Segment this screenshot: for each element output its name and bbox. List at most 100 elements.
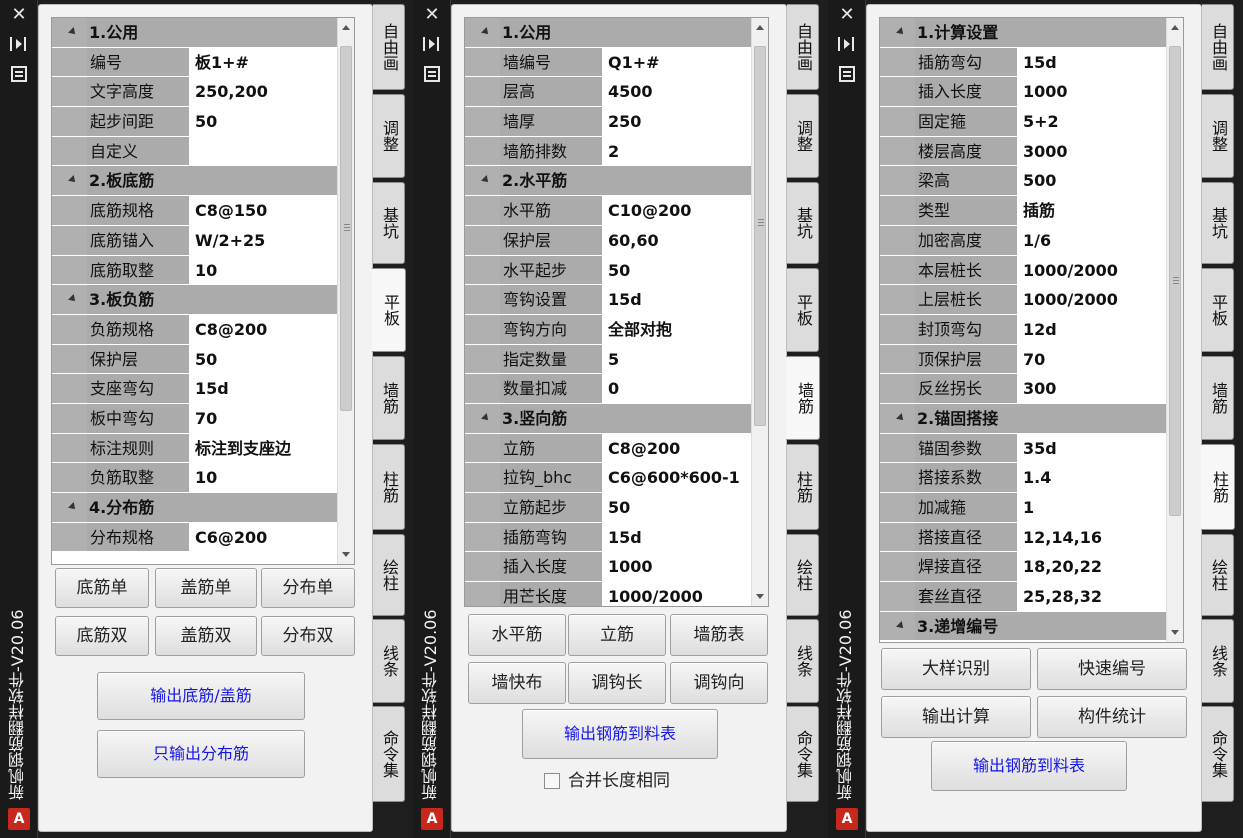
output-to-list-button[interactable]: 输出钢筋到料表 xyxy=(931,741,1127,791)
property-row[interactable]: 搭接直径 12,14,16 xyxy=(880,522,1166,553)
command-button[interactable]: 调钩向 xyxy=(670,662,768,704)
property-value[interactable]: 12d xyxy=(1019,314,1166,344)
property-row[interactable]: 搭接系数 1.4 xyxy=(880,463,1166,493)
tab-3[interactable]: 基坑 xyxy=(1202,182,1234,264)
category-row[interactable]: 2.板底筋 xyxy=(52,166,337,197)
scroll-up-icon[interactable] xyxy=(1171,25,1179,30)
property-row[interactable]: 类型 插筋 xyxy=(880,196,1166,226)
property-row[interactable]: 用芒长度 1000/2000 xyxy=(465,582,751,606)
property-row[interactable]: 焊接直径 18,20,22 xyxy=(880,552,1166,583)
property-row[interactable]: 插入长度 1000 xyxy=(465,552,751,583)
command-button[interactable]: 立筋 xyxy=(568,614,666,656)
property-value[interactable]: 18,20,22 xyxy=(1019,552,1166,582)
collapse-icon[interactable] xyxy=(52,493,87,522)
auto-hide-icon[interactable] xyxy=(10,36,28,51)
tab-4[interactable]: 平板 xyxy=(1202,268,1234,352)
category-row[interactable]: 3.板负筋 xyxy=(52,285,337,315)
command-button[interactable]: 输出计算 xyxy=(881,696,1031,738)
property-value[interactable]: C6@600*600-1 xyxy=(604,463,751,492)
auto-hide-icon[interactable] xyxy=(838,36,856,51)
property-value[interactable]: 250 xyxy=(604,107,751,136)
tab-2[interactable]: 调整 xyxy=(373,94,405,178)
property-value[interactable]: 60,60 xyxy=(604,225,751,255)
vertical-scrollbar[interactable] xyxy=(337,18,354,564)
property-row[interactable]: 拉钩_bhc C6@600*600-1 xyxy=(465,463,751,493)
scroll-thumb[interactable] xyxy=(1169,46,1181,516)
command-button[interactable]: 盖筋单 xyxy=(155,568,257,608)
property-row[interactable]: 标注规则 标注到支座边 xyxy=(52,433,337,464)
property-value[interactable]: 1/6 xyxy=(1019,225,1166,255)
command-button[interactable]: 构件统计 xyxy=(1037,696,1187,738)
property-row[interactable]: 加减箍 1 xyxy=(880,493,1166,523)
property-value[interactable]: C8@200 xyxy=(191,314,337,344)
tab-6[interactable]: 柱筋 xyxy=(787,444,819,530)
tab-7[interactable]: 绘柱 xyxy=(787,534,819,616)
auto-hide-icon[interactable] xyxy=(423,36,441,51)
command-button[interactable]: 分布双 xyxy=(261,616,355,656)
property-row[interactable]: 封顶弯勾 12d xyxy=(880,314,1166,345)
tab-5[interactable]: 墙筋 xyxy=(373,356,405,440)
property-row[interactable]: 保护层 60,60 xyxy=(465,225,751,256)
property-value[interactable]: 300 xyxy=(1019,374,1166,403)
property-value[interactable]: 4500 xyxy=(604,77,751,107)
property-row[interactable]: 层高 4500 xyxy=(465,77,751,108)
property-row[interactable]: 上层桩长 1000/2000 xyxy=(880,285,1166,315)
property-row[interactable]: 立筋起步 50 xyxy=(465,493,751,523)
property-row[interactable]: 插入长度 1000 xyxy=(880,77,1166,108)
tab-1[interactable]: 自由画 xyxy=(1202,4,1234,90)
property-row[interactable]: 插筋弯勾 15d xyxy=(880,47,1166,78)
tab-9[interactable]: 命令集 xyxy=(1202,706,1234,802)
properties-icon[interactable] xyxy=(11,66,27,82)
category-row[interactable]: 2.水平筋 xyxy=(465,166,751,197)
property-row[interactable]: 文字高度 250,200 xyxy=(52,77,337,108)
property-value[interactable]: C6@200 xyxy=(191,522,337,552)
category-row[interactable]: 1.公用 xyxy=(465,18,751,48)
property-value[interactable]: 5 xyxy=(604,344,751,374)
property-value[interactable]: 35d xyxy=(1019,433,1166,463)
property-value[interactable]: C8@200 xyxy=(604,433,751,463)
property-value[interactable]: 12,14,16 xyxy=(1019,522,1166,552)
property-row[interactable]: 底筋规格 C8@150 xyxy=(52,196,337,226)
command-button[interactable]: 底筋双 xyxy=(55,616,149,656)
tab-8[interactable]: 线条 xyxy=(1202,619,1234,703)
tab-9[interactable]: 命令集 xyxy=(787,706,819,802)
collapse-icon[interactable] xyxy=(880,611,915,641)
property-value[interactable]: 15d xyxy=(191,374,337,403)
property-grid[interactable]: 1.公用 墙编号 Q1+# 层高 4500 墙厚 250 墙筋排数 2 2.水平筋 水平筋 C10@2… xyxy=(464,17,769,607)
collapse-icon[interactable] xyxy=(880,403,915,433)
output-button[interactable]: 只输出分布筋 xyxy=(97,730,305,778)
property-row[interactable]: 墙厚 250 xyxy=(465,107,751,137)
collapse-icon[interactable] xyxy=(465,18,500,47)
scroll-down-icon[interactable] xyxy=(1171,630,1179,635)
vertical-scrollbar[interactable] xyxy=(1166,18,1183,642)
property-row[interactable]: 墙编号 Q1+# xyxy=(465,47,751,78)
tab-7[interactable]: 绘柱 xyxy=(1202,534,1234,616)
property-row[interactable]: 水平筋 C10@200 xyxy=(465,196,751,226)
property-value[interactable]: 15d xyxy=(604,522,751,552)
property-value[interactable]: 250,200 xyxy=(191,77,337,107)
property-value[interactable]: W/2+25 xyxy=(191,225,337,255)
property-value[interactable]: 500 xyxy=(1019,166,1166,196)
command-button[interactable]: 盖筋双 xyxy=(155,616,257,656)
property-value[interactable]: 0 xyxy=(604,374,751,403)
property-row[interactable]: 加密高度 1/6 xyxy=(880,225,1166,256)
property-value[interactable]: 1000/2000 xyxy=(604,582,751,606)
property-row[interactable]: 保护层 50 xyxy=(52,344,337,375)
property-row[interactable]: 支座弯勾 15d xyxy=(52,374,337,404)
command-button[interactable]: 墙快布 xyxy=(468,662,566,704)
tab-3[interactable]: 基坑 xyxy=(787,182,819,264)
collapse-icon[interactable] xyxy=(52,18,87,47)
tab-6[interactable]: 柱筋 xyxy=(373,444,405,530)
property-value[interactable]: C8@150 xyxy=(191,196,337,225)
collapse-icon[interactable] xyxy=(52,285,87,314)
property-value[interactable]: 50 xyxy=(191,107,337,136)
command-button[interactable]: 底筋单 xyxy=(55,568,149,608)
tab-4[interactable]: 平板 xyxy=(372,268,406,352)
property-value[interactable]: 70 xyxy=(191,403,337,433)
collapse-icon[interactable] xyxy=(465,403,500,433)
property-row[interactable]: 板中弯勾 70 xyxy=(52,403,337,434)
property-value[interactable] xyxy=(191,136,337,166)
tab-8[interactable]: 线条 xyxy=(373,619,405,703)
property-row[interactable]: 数量扣减 0 xyxy=(465,374,751,404)
property-value[interactable]: 1000/2000 xyxy=(1019,255,1166,285)
